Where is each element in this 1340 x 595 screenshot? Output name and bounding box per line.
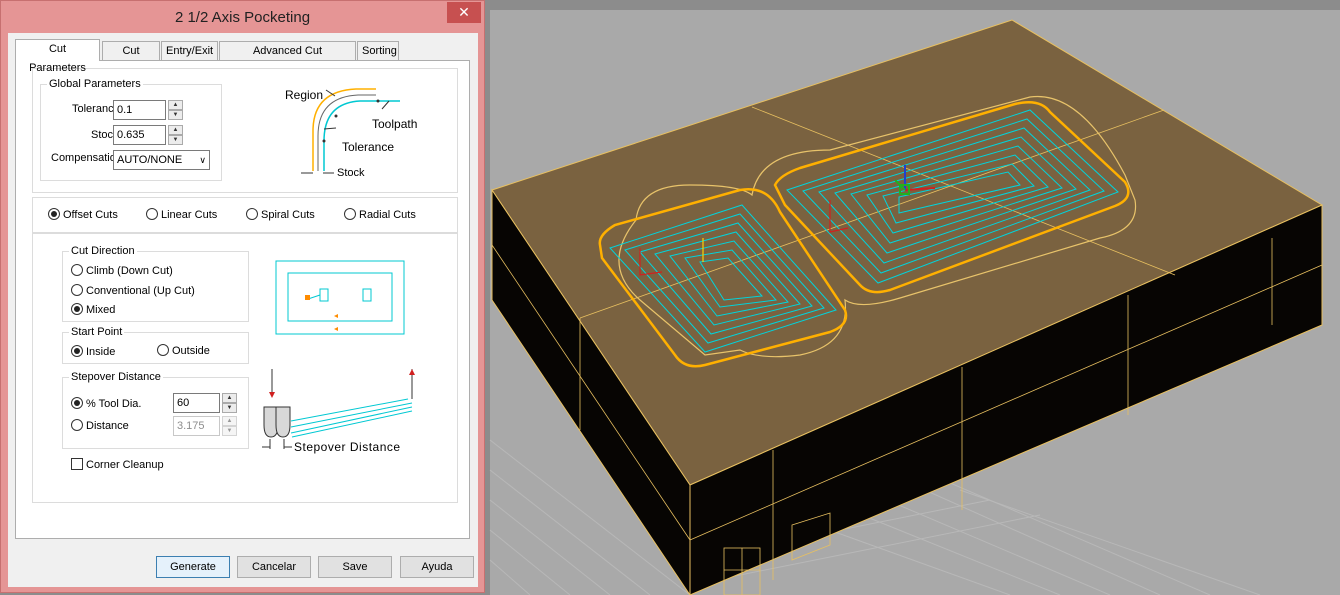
help-button[interactable]: Ayuda	[400, 556, 474, 578]
region-text: Region	[285, 88, 323, 102]
spin-up-icon[interactable]: ▲	[168, 125, 183, 135]
spiral-cuts-label[interactable]: Spiral Cuts	[261, 209, 315, 221]
cancel-button[interactable]: Cancelar	[237, 556, 311, 578]
chevron-down-icon: ∨	[199, 155, 206, 165]
spin-down-icon[interactable]: ▼	[222, 403, 237, 413]
distance-spinner[interactable]: ▲ ▼	[222, 416, 237, 436]
inside-label[interactable]: Inside	[86, 346, 115, 358]
cut-direction-title: Cut Direction	[69, 245, 137, 257]
spin-up-icon[interactable]: ▲	[222, 416, 237, 426]
offset-cuts-label[interactable]: Offset Cuts	[63, 209, 118, 221]
compensation-select[interactable]: AUTO/NONE ∨	[113, 150, 210, 170]
tolerance-spinner[interactable]: ▲ ▼	[168, 100, 183, 120]
spiral-cuts-radio[interactable]	[246, 208, 258, 220]
distance-radio[interactable]	[71, 419, 83, 431]
mixed-radio[interactable]	[71, 303, 83, 315]
start-point-title: Start Point	[69, 326, 125, 338]
tool-dia-field[interactable]: 60	[173, 393, 220, 413]
tab-cut-levels[interactable]: Cut Levels	[102, 41, 160, 76]
climb-label[interactable]: Climb (Down Cut)	[86, 265, 173, 277]
region-toolpath-diagram: Region Toolpath Tolerance Stock	[285, 88, 417, 179]
toolpath-text: Toolpath	[372, 117, 417, 131]
stepover-group: Stepover Distance	[62, 371, 249, 449]
dialog-client: Cut Parameters Cut Levels Entry/Exit Adv…	[8, 33, 478, 587]
corner-cleanup-label[interactable]: Corner Cleanup	[86, 459, 164, 471]
tool-dia-radio[interactable]	[71, 397, 83, 409]
linear-cuts-radio[interactable]	[146, 208, 158, 220]
tab-entry-exit[interactable]: Entry/Exit	[161, 41, 218, 60]
conventional-label[interactable]: Conventional (Up Cut)	[86, 285, 195, 297]
tab-cut-parameters[interactable]: Cut Parameters	[15, 39, 100, 74]
pocketing-dialog: 2 1/2 Axis Pocketing ✕ Cut Parameters Cu…	[0, 0, 485, 593]
outside-radio[interactable]	[157, 344, 169, 356]
generate-button[interactable]: Generate	[156, 556, 230, 578]
radial-cuts-label[interactable]: Radial Cuts	[359, 209, 416, 221]
offset-cuts-radio[interactable]	[48, 208, 60, 220]
corner-cleanup-checkbox[interactable]	[71, 458, 83, 470]
stepover-diagram: Stepover Distance	[262, 369, 415, 454]
cut-parameters-page: Global Parameters Tolerance: 0.1 ▲ ▼ Stoc…	[15, 60, 470, 539]
save-button[interactable]: Save	[318, 556, 392, 578]
window-title: 2 1/2 Axis Pocketing	[174, 9, 311, 26]
inside-radio[interactable]	[71, 345, 83, 357]
tab-sorting[interactable]: Sorting	[357, 41, 399, 60]
distance-field[interactable]: 3.175	[173, 416, 220, 436]
linear-cuts-label[interactable]: Linear Cuts	[161, 209, 217, 221]
mixed-label[interactable]: Mixed	[86, 304, 115, 316]
global-parameters-title: Global Parameters	[47, 78, 143, 90]
spin-up-icon[interactable]: ▲	[222, 393, 237, 403]
outside-label[interactable]: Outside	[172, 345, 210, 357]
close-icon: ✕	[458, 4, 470, 20]
radial-cuts-radio[interactable]	[344, 208, 356, 220]
cut-direction-diagram	[275, 260, 405, 335]
compensation-value: AUTO/NONE	[117, 154, 183, 166]
tab-advanced-cut-parameters[interactable]: Advanced Cut Parameters	[219, 41, 356, 76]
distance-label[interactable]: Distance	[86, 420, 129, 432]
stock-field[interactable]: 0.635	[113, 125, 166, 145]
stepover-title: Stepover Distance	[69, 371, 163, 383]
spin-up-icon[interactable]: ▲	[168, 100, 183, 110]
title-bar[interactable]: 2 1/2 Axis Pocketing ✕	[1, 1, 484, 33]
spin-down-icon[interactable]: ▼	[168, 135, 183, 145]
close-button[interactable]: ✕	[447, 2, 481, 23]
tolerance-text: Tolerance	[342, 140, 394, 154]
tolerance-field[interactable]: 0.1	[113, 100, 166, 120]
tool-dia-spinner[interactable]: ▲ ▼	[222, 393, 237, 413]
spin-down-icon[interactable]: ▼	[168, 110, 183, 120]
spin-down-icon[interactable]: ▼	[222, 426, 237, 436]
stock-text: Stock	[337, 167, 365, 179]
tool-dia-label[interactable]: % Tool Dia.	[86, 398, 141, 410]
climb-radio[interactable]	[71, 264, 83, 276]
stepover-diagram-text: Stepover Distance	[294, 440, 401, 454]
conventional-radio[interactable]	[71, 284, 83, 296]
stock-spinner[interactable]: ▲ ▼	[168, 125, 183, 145]
